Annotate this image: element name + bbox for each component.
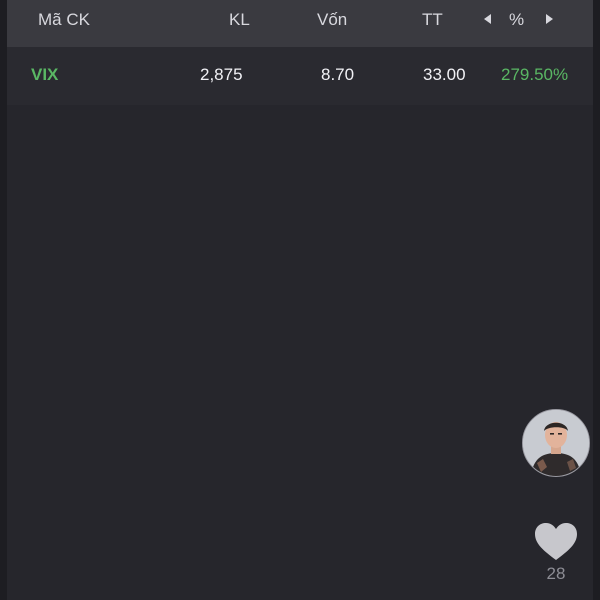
previous-column-icon[interactable] bbox=[484, 14, 491, 24]
next-column-icon[interactable] bbox=[546, 14, 553, 24]
stock-symbol[interactable]: VIX bbox=[31, 65, 58, 85]
volume-value: 2,875 bbox=[200, 65, 243, 84]
column-header-percent[interactable]: % bbox=[509, 10, 524, 30]
like-button[interactable]: 28 bbox=[530, 520, 582, 584]
portfolio-screen: Mã CK KL Vốn TT % VIX 2,875 8.70 33.00 2… bbox=[0, 0, 600, 600]
column-header-capital[interactable]: Vốn bbox=[317, 10, 347, 30]
capital-value: 8.70 bbox=[321, 65, 355, 84]
left-edge bbox=[0, 0, 7, 600]
avatar-icon bbox=[523, 410, 589, 476]
table-row[interactable]: VIX 2,875 8.70 33.00 279.50% bbox=[7, 47, 593, 105]
percent-change-value: 279.50% bbox=[501, 65, 569, 84]
user-avatar[interactable] bbox=[522, 409, 590, 477]
heart-icon bbox=[535, 523, 577, 560]
right-edge bbox=[593, 0, 600, 600]
column-header-market-value[interactable]: TT bbox=[422, 10, 443, 30]
table-header: Mã CK KL Vốn TT % bbox=[7, 0, 593, 47]
column-header-symbol[interactable]: Mã CK bbox=[38, 10, 90, 30]
like-count: 28 bbox=[546, 564, 566, 583]
column-header-volume[interactable]: KL bbox=[229, 10, 250, 30]
market-value: 33.00 bbox=[423, 65, 466, 84]
